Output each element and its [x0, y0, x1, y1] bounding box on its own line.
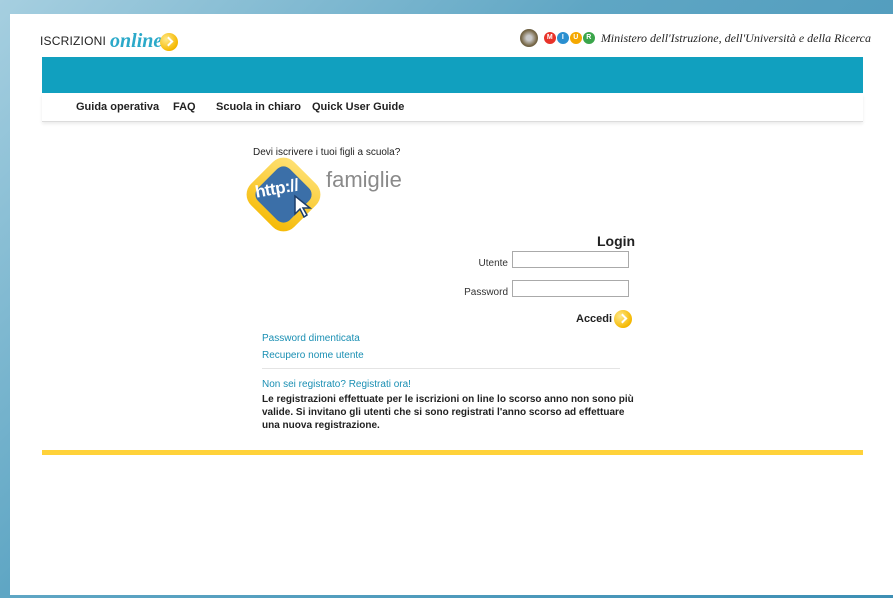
- miur-letter-m: M: [543, 32, 556, 44]
- page-window: ISCRIZIONI online M I U R Ministero dell…: [10, 14, 893, 595]
- password-input[interactable]: [512, 280, 629, 297]
- miur-logo: M I U R: [543, 32, 595, 44]
- brand-prefix: ISCRIZIONI: [40, 34, 107, 48]
- footer-accent-bar: [42, 450, 863, 455]
- ministry-header: M I U R Ministero dell'Istruzione, dell'…: [519, 29, 871, 47]
- accedi-button[interactable]: Accedi: [576, 310, 633, 328]
- intro-question: Devi iscrivere i tuoi figli a scuola?: [253, 147, 401, 158]
- miur-letter-r: R: [582, 32, 595, 44]
- arrow-circle-icon: [614, 310, 633, 328]
- username-label: Utente: [478, 258, 508, 269]
- divider: [262, 368, 620, 369]
- header-banner: [42, 57, 863, 93]
- famiglie-title: famiglie: [326, 167, 402, 192]
- ministry-name: Ministero dell'Istruzione, dell'Universi…: [600, 30, 871, 45]
- miur-letter-i: I: [556, 32, 569, 44]
- accedi-label: Accedi: [576, 313, 613, 325]
- nav-guida-operativa[interactable]: Guida operativa: [76, 101, 159, 113]
- cursor-arrow-icon: [294, 194, 313, 218]
- brand-online: online: [110, 30, 163, 52]
- register-link[interactable]: Non sei registrato? Registrati ora!: [262, 379, 411, 390]
- recover-username-link[interactable]: Recupero nome utente: [262, 350, 364, 361]
- republic-emblem-icon: [519, 29, 538, 47]
- registration-notice: Le registrazioni effettuate per le iscri…: [262, 394, 634, 431]
- main-nav: Guida operativa FAQ Scuola in chiaro Qui…: [42, 94, 863, 122]
- miur-letter-u: U: [569, 32, 582, 44]
- username-input[interactable]: [512, 251, 629, 268]
- password-label: Password: [464, 287, 508, 298]
- brand-logo[interactable]: ISCRIZIONI online: [40, 30, 179, 52]
- nav-faq[interactable]: FAQ: [173, 101, 196, 113]
- arrow-circle-icon: [160, 33, 179, 51]
- nav-quick-user-guide[interactable]: Quick User Guide: [312, 101, 404, 113]
- login-title: Login: [597, 233, 636, 249]
- forgot-password-link[interactable]: Password dimenticata: [262, 333, 360, 344]
- nav-scuola-in-chiaro[interactable]: Scuola in chiaro: [216, 101, 301, 113]
